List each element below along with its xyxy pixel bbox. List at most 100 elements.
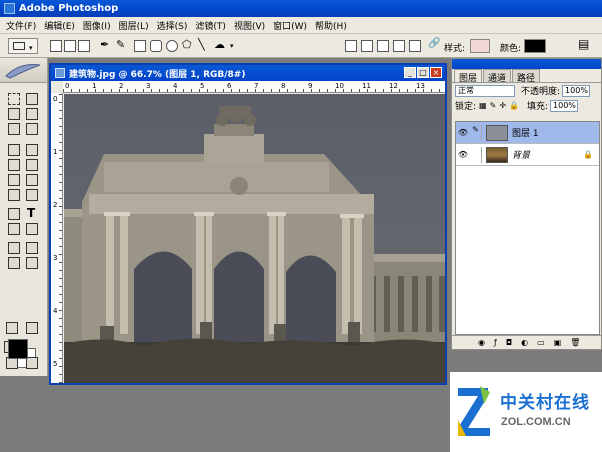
menu-view[interactable]: 视图(V) [230,19,269,32]
add-shape-area-icon[interactable] [361,40,373,52]
healing-brush-icon[interactable] [6,142,20,156]
eraser-tool-icon[interactable] [6,172,20,186]
new-group-icon[interactable]: ▭ [537,338,545,347]
subtract-shape-icon[interactable] [377,40,389,52]
quick-mask-off-icon[interactable] [4,320,18,334]
ruler-origin[interactable] [51,81,63,93]
layer-row[interactable]: 👁 ✎ 图层 1 [456,122,599,144]
shape-layers-icon[interactable] [50,40,62,52]
lock-all-icon[interactable]: 🔒 [509,101,519,110]
brush-link-icon[interactable] [470,146,482,163]
link-layers-icon[interactable]: ◉ [478,338,485,347]
color-swatch[interactable] [524,39,546,53]
foreground-color-swatch[interactable] [8,339,28,359]
menu-select[interactable]: 选择(S) [153,19,192,32]
document-titlebar[interactable]: 建筑物.jpg @ 66.7% (图层 1, RGB/8#) [51,65,445,81]
pen-tool-icon[interactable]: ✒ [100,38,112,51]
style-label: 样式: [444,44,466,54]
type-tool-icon[interactable] [24,206,38,220]
lock-position-icon[interactable]: ✛ [499,101,506,110]
lock-transparency-icon[interactable]: ▦ [479,101,487,110]
layer-thumbnail [486,146,508,163]
tab-channels[interactable]: 通道 [483,69,512,84]
minimize-button[interactable]: _ [404,67,416,78]
marquee-tool-icon[interactable] [6,91,20,105]
brush-tool-icon[interactable] [24,142,38,156]
vertical-ruler[interactable] [51,93,63,383]
eye-icon[interactable]: 👁 [456,128,470,137]
gradient-tool-icon[interactable] [24,172,38,186]
quick-mask-on-icon[interactable] [24,320,38,334]
lock-label: 锁定: [455,102,477,112]
tab-paths[interactable]: 路径 [512,69,541,84]
blend-mode-select[interactable]: 正常 [455,84,515,97]
menu-file[interactable]: 文件(F) [2,19,40,32]
image-canvas[interactable] [64,94,445,383]
ellipse-tool-icon[interactable] [166,40,178,52]
lasso-tool-icon[interactable] [6,106,20,120]
slice-tool-icon[interactable] [24,121,38,135]
fill-pixels-icon[interactable] [78,40,90,52]
menu-help[interactable]: 帮助(H) [311,19,351,32]
palette-well-icon[interactable]: ▤ [578,37,590,51]
shape-tool-icon[interactable] [24,221,38,235]
freeform-pen-icon[interactable]: ✎ [116,38,128,51]
rounded-rect-tool-icon[interactable] [150,40,162,52]
line-tool-icon[interactable]: ╲ [198,38,210,51]
exclude-shape-icon[interactable] [409,40,421,52]
custom-shape-icon[interactable]: ☁ [214,38,226,51]
ruler-h-label: 12 [389,82,398,90]
tab-layers[interactable]: 图层 [454,69,483,84]
new-shape-area-icon[interactable] [345,40,357,52]
paths-icon[interactable] [64,40,76,52]
hand-tool-icon[interactable] [6,255,20,269]
feather-icon [5,64,41,79]
clone-stamp-icon[interactable] [6,157,20,171]
adjustment-layer-icon[interactable]: ◐ [521,338,528,347]
opacity-label: 不透明度: [521,87,561,97]
add-mask-icon[interactable]: ◘ [506,338,512,347]
ruler-h-label: 9 [308,82,313,90]
document-window: 建筑物.jpg @ 66.7% (图层 1, RGB/8#) _ □ × 0 1… [49,63,447,385]
menu-edit[interactable]: 编辑(E) [40,19,79,32]
eyedropper-icon[interactable] [24,240,38,254]
chevron-down-icon[interactable]: ▾ [230,42,242,54]
menu-layer[interactable]: 图层(L) [115,19,153,32]
zoom-tool-icon[interactable] [24,255,38,269]
new-layer-icon[interactable]: ▣ [554,338,562,347]
eye-icon[interactable]: 👁 [456,150,470,159]
rectangle-tool-icon[interactable] [134,40,146,52]
notes-tool-icon[interactable] [6,240,20,254]
history-brush-icon[interactable] [24,157,38,171]
close-button[interactable]: × [430,67,442,78]
opacity-input[interactable]: 100% [562,84,591,97]
blur-tool-icon[interactable] [6,187,20,201]
dodge-tool-icon[interactable] [24,187,38,201]
move-tool-icon[interactable] [24,91,38,105]
rect-shape-icon [13,42,25,50]
ruler-h-label: 7 [254,82,259,90]
lock-image-icon[interactable]: ✎ [490,101,497,110]
link-icon[interactable]: 🔗 [428,38,440,50]
menu-window[interactable]: 窗口(W) [269,19,311,32]
menu-image[interactable]: 图像(I) [79,19,115,32]
style-swatch[interactable] [470,39,490,53]
lock-icon: 🔒 [583,150,593,159]
intersect-shape-icon[interactable] [393,40,405,52]
fill-input[interactable]: 100% [550,99,579,112]
layer-row[interactable]: 👁 背景 🔒 [456,144,599,166]
options-bar: ▾ ✒ ✎ ⬠ ╲ ☁ ▾ 🔗 样式: 颜色: ▤ [0,34,602,58]
brush-link-icon[interactable]: ✎ [470,124,482,141]
path-select-icon[interactable] [6,206,20,220]
menu-filter[interactable]: 滤镜(T) [191,19,230,32]
tool-preset-picker[interactable]: ▾ [8,38,38,54]
ruler-v-label: 3 [53,254,58,262]
polygon-tool-icon[interactable]: ⬠ [182,38,194,51]
pen-tool-icon[interactable] [6,221,20,235]
magic-wand-icon[interactable] [24,106,38,120]
add-style-icon[interactable]: ƒ [494,338,497,347]
delete-layer-icon[interactable]: 🗑 [570,338,580,347]
maximize-button[interactable]: □ [417,67,429,78]
panel-titlebar[interactable] [452,59,601,69]
crop-tool-icon[interactable] [6,121,20,135]
